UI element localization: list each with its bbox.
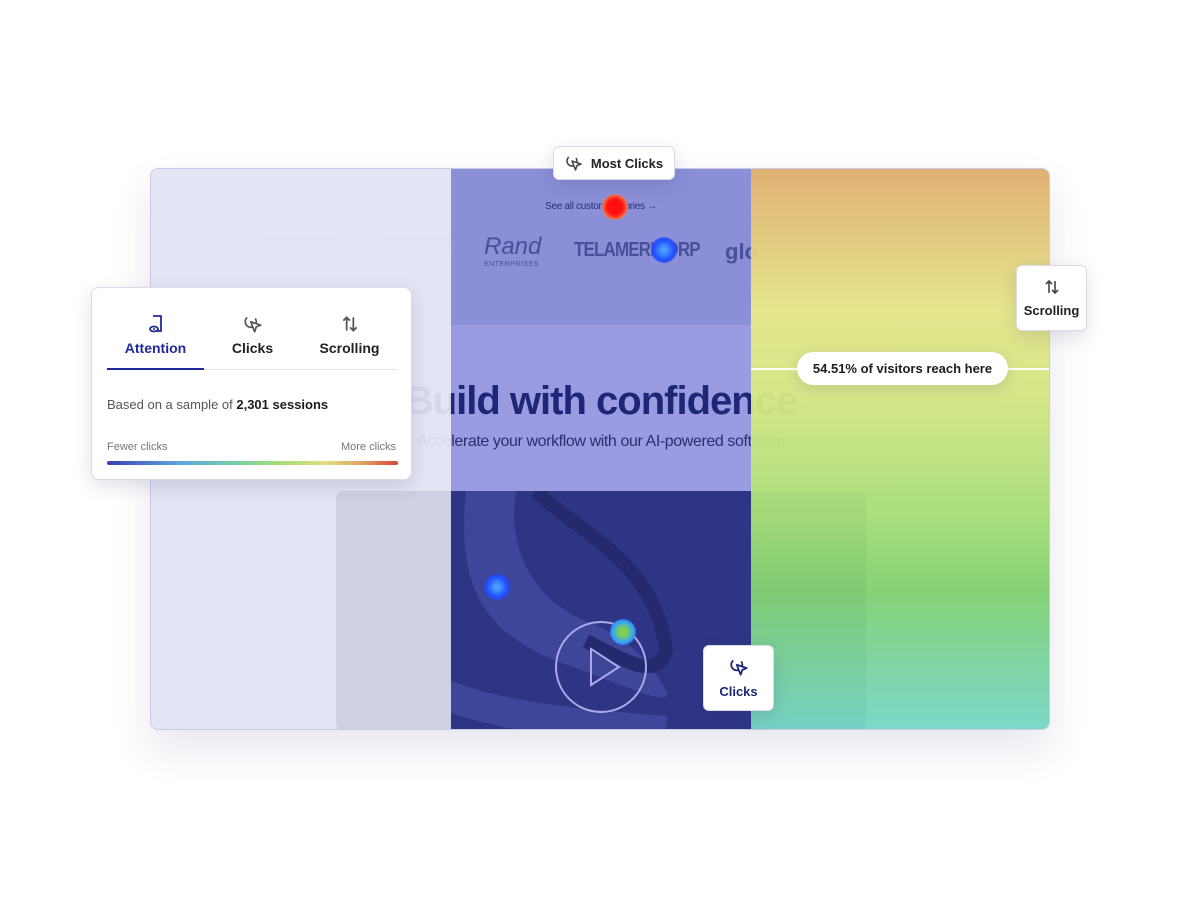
scrolling-badge-label: Scrolling xyxy=(1023,303,1080,318)
cursor-click-icon xyxy=(566,155,582,171)
cursor-click-icon xyxy=(243,315,262,333)
see-all-link[interactable]: See all customer stories → xyxy=(451,201,751,212)
clicks-badge[interactable]: Clicks xyxy=(703,645,774,711)
scroll-reach-badge: 54.51% of visitors reach here xyxy=(797,352,1008,385)
click-hotspot xyxy=(484,574,510,600)
heatmap-mode-panel: Attention Clicks Scrolling Based on a sa… xyxy=(91,287,412,480)
most-clicks-label: Most Clicks xyxy=(590,155,664,171)
attention-icon xyxy=(148,315,162,333)
heatmap-column-scrolling xyxy=(751,169,1049,729)
logo-telamericorp: TELAMERICORP xyxy=(574,239,701,261)
logo-rand-sub: ENTERPRISES xyxy=(484,261,539,268)
click-hotspot xyxy=(610,619,636,645)
cursor-click-icon xyxy=(729,658,748,676)
clicks-badge-label: Clicks xyxy=(719,684,758,699)
logo-rand: Rand xyxy=(484,233,542,260)
scrolling-badge[interactable]: Scrolling xyxy=(1016,265,1087,331)
active-tab-indicator xyxy=(107,368,204,370)
tab-attention-label: Attention xyxy=(124,340,187,356)
legend-max-label: More clicks xyxy=(340,441,396,453)
sample-size-text: Based on a sample of 2,301 sessions xyxy=(107,397,328,412)
tab-clicks-label: Clicks xyxy=(231,340,274,356)
arrows-up-down-icon xyxy=(342,316,357,332)
video-left-faded xyxy=(336,491,451,729)
tab-scrolling-label: Scrolling xyxy=(319,340,380,356)
arrows-up-down-icon xyxy=(1044,279,1059,295)
tab-attention[interactable]: Attention xyxy=(107,314,204,356)
sample-value: 2,301 sessions xyxy=(236,397,329,412)
most-clicks-badge: Most Clicks xyxy=(553,146,675,180)
sample-prefix: Based on a sample of xyxy=(107,397,237,412)
click-hotspot xyxy=(651,237,677,263)
heat-legend-bar xyxy=(107,461,398,465)
tab-scrolling[interactable]: Scrolling xyxy=(301,314,398,356)
legend-min-label: Fewer clicks xyxy=(107,441,168,453)
click-hotspot xyxy=(602,194,628,220)
tab-clicks[interactable]: Clicks xyxy=(204,314,301,356)
